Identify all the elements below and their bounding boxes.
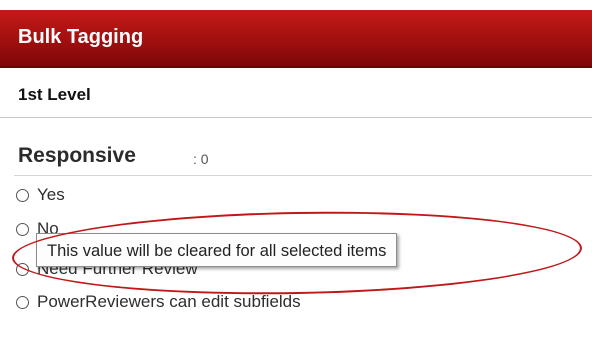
option-label: PowerReviewers can edit subfields <box>37 292 301 311</box>
radio-button[interactable] <box>16 188 29 202</box>
clear-value-tooltip: This value will be cleared for all selec… <box>36 233 398 267</box>
option-yes[interactable]: Yes <box>16 184 65 206</box>
radio-button[interactable] <box>16 262 29 276</box>
radio-button[interactable] <box>16 295 29 309</box>
field-title: Responsive <box>18 144 136 167</box>
field-divider <box>14 175 592 176</box>
radio-button[interactable] <box>16 222 29 236</box>
option-label: Yes <box>37 185 65 204</box>
option-powerreviewers[interactable]: PowerReviewers can edit subfields <box>16 291 301 313</box>
field-count: : 0 <box>193 151 209 167</box>
panel-title: Bulk Tagging <box>18 26 144 48</box>
level-bar: 1st Level <box>0 68 592 118</box>
top-spacer <box>0 0 592 10</box>
panel-header: Bulk Tagging <box>0 10 592 68</box>
level-label: 1st Level <box>18 85 91 104</box>
